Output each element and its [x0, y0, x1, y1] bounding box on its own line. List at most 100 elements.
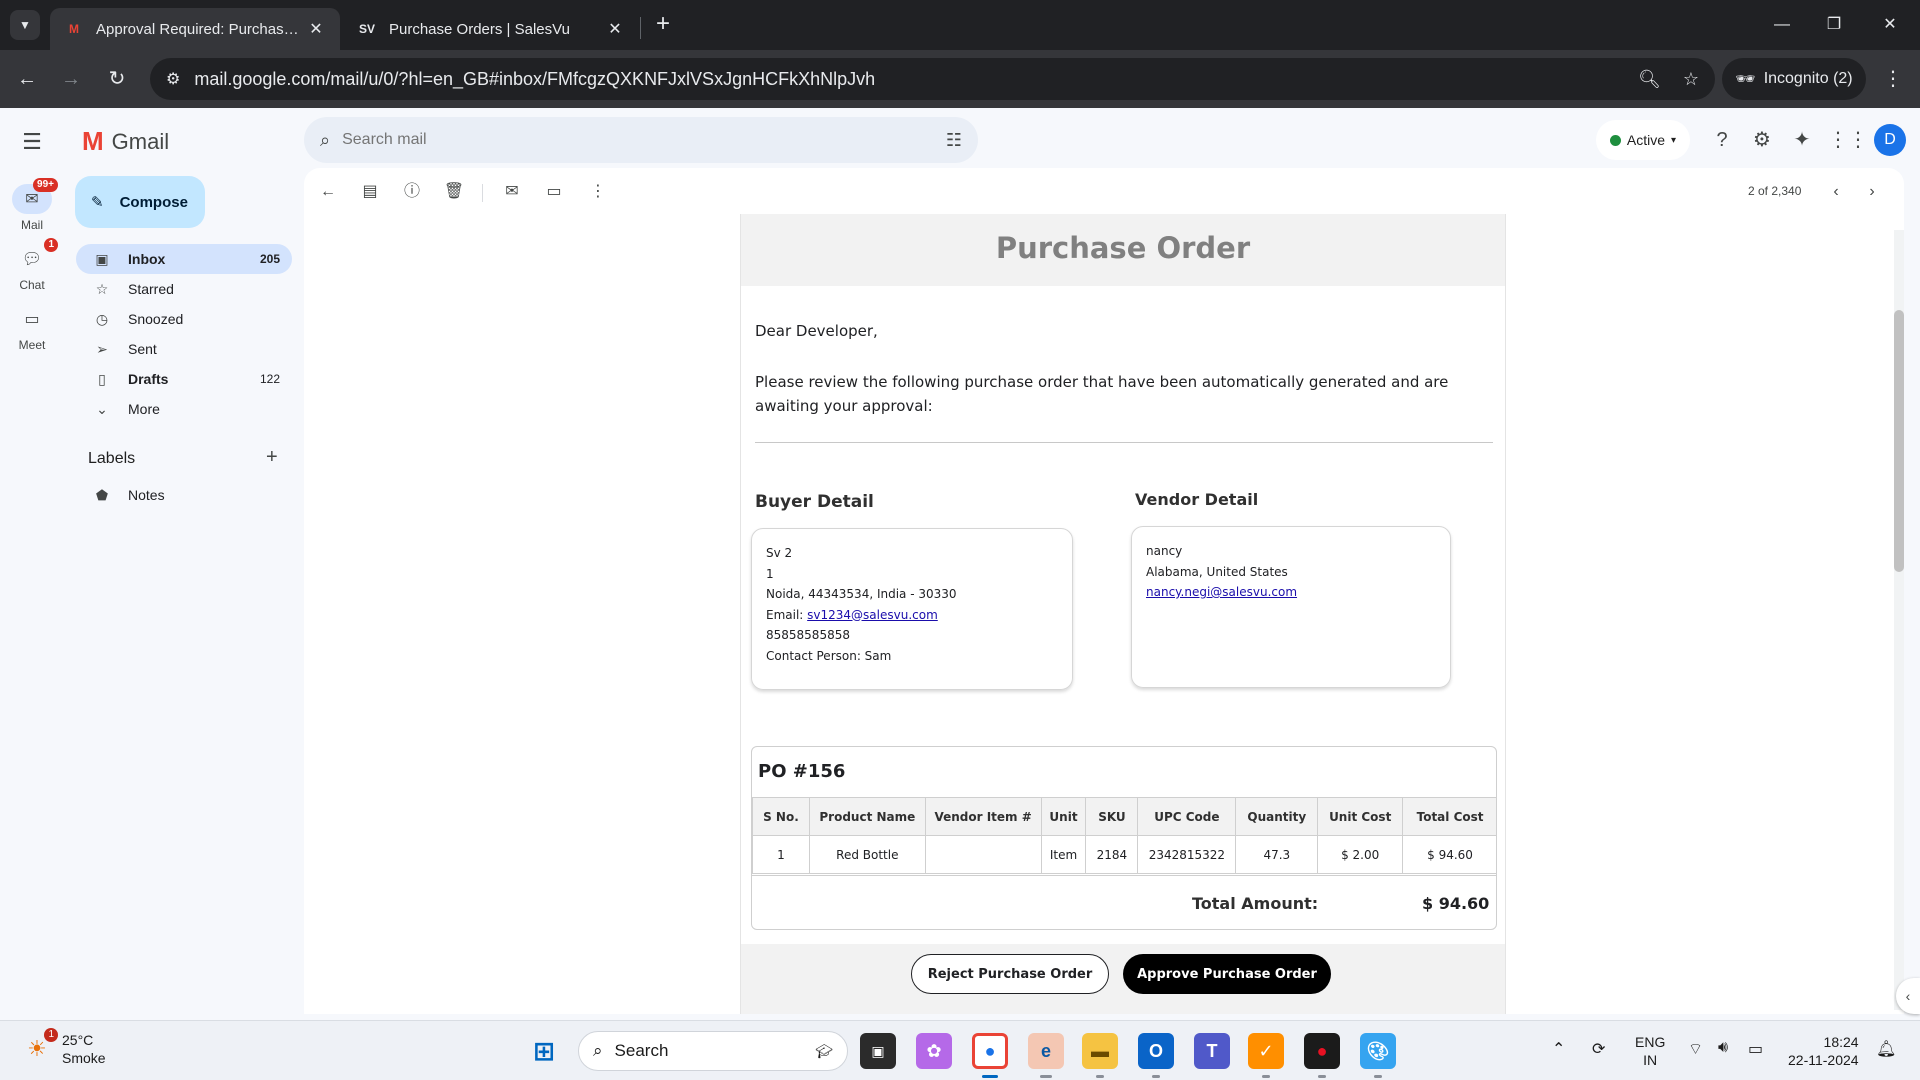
older-button[interactable]: ›: [1860, 180, 1884, 204]
column-header: Unit: [1040, 797, 1087, 836]
url-text[interactable]: mail.google.com/mail/u/0/?hl=en_GB#inbox…: [194, 69, 1616, 90]
sticky-notes-icon[interactable]: ✓: [1248, 1033, 1284, 1069]
compose-button[interactable]: ✎ Compose: [75, 176, 205, 228]
folder-move-icon: ▭: [546, 183, 562, 200]
vendor-address: Alabama, United States: [1146, 564, 1288, 579]
nav-count: 122: [259, 372, 280, 386]
tab-search-button[interactable]: ▼: [10, 10, 40, 40]
search-input[interactable]: [342, 131, 946, 149]
approve-po-button[interactable]: Approve Purchase Order: [1123, 954, 1331, 994]
label-notes[interactable]: ⬟ Notes: [76, 480, 292, 510]
chat-badge: 1: [44, 238, 58, 252]
scrollbar-thumb[interactable]: [1894, 310, 1904, 572]
language-indicator[interactable]: ENG IN: [1635, 1033, 1665, 1069]
chrome-icon[interactable]: ●: [972, 1033, 1008, 1069]
settings-gear-icon[interactable]: ⚙: [1748, 126, 1776, 154]
tab-salesvu[interactable]: SV Purchase Orders | SalesVu ✕: [343, 8, 639, 50]
edge-icon[interactable]: e: [1028, 1033, 1064, 1069]
search-options-icon[interactable]: ☷: [946, 130, 962, 151]
chrome-menu-button[interactable]: ⋮: [1878, 64, 1908, 94]
delete-button[interactable]: 🗑︎: [442, 180, 466, 204]
nav-inbox[interactable]: ▣ Inbox 205: [76, 244, 292, 274]
taskbar-search[interactable]: ⌕ Search 🎓︎: [578, 1031, 848, 1071]
menu-icon: ☰: [22, 129, 42, 154]
mark-unread-button[interactable]: ✉: [500, 180, 524, 204]
site-info-icon[interactable]: ⚙: [166, 69, 180, 89]
nav-snoozed[interactable]: ◷ Snoozed: [76, 304, 292, 334]
rail-label: Mail: [20, 218, 43, 232]
account-avatar[interactable]: D: [1874, 124, 1906, 156]
inbox-icon: ▣: [95, 250, 109, 267]
report-spam-button[interactable]: ⓘ: [400, 180, 424, 204]
wifi-icon[interactable]: ⌔: [1688, 1039, 1703, 1059]
buyer-line2: 1: [766, 566, 774, 581]
restore-button[interactable]: ❐: [1814, 10, 1854, 40]
paint-running-indicator: [1374, 1075, 1382, 1078]
main-menu-button[interactable]: ☰: [20, 130, 44, 154]
column-header: Unit Cost: [1317, 797, 1404, 836]
minimize-button[interactable]: —: [1762, 10, 1802, 40]
rail-mail[interactable]: ✉ 99+ Mail: [8, 178, 58, 232]
back-to-inbox-button[interactable]: ←: [316, 180, 340, 204]
weather-widget[interactable]: ☀ 1 25°C Smoke: [22, 1028, 106, 1067]
copilot-icon[interactable]: ✿: [916, 1033, 952, 1069]
apps-grid-icon[interactable]: ⋮⋮: [1828, 126, 1868, 154]
nav-more[interactable]: ⌄ More: [76, 394, 292, 424]
help-icon[interactable]: ?: [1708, 126, 1736, 154]
add-label-button[interactable]: +: [266, 446, 278, 469]
rail-meet[interactable]: ▭ Meet: [8, 304, 56, 352]
close-icon[interactable]: ✕: [605, 19, 625, 39]
gmail-logo[interactable]: M Gmail: [82, 126, 169, 157]
clock[interactable]: 18:24 22-11-2024: [1788, 1033, 1859, 1069]
zoom-icon[interactable]: 🔍︎: [1638, 69, 1661, 90]
nav-label: Drafts: [128, 371, 169, 387]
more-options-button[interactable]: ⋮: [586, 180, 610, 204]
notification-bell-icon[interactable]: 🔔︎: [1876, 1039, 1896, 1059]
sync-icon[interactable]: ⟳: [1592, 1039, 1605, 1059]
address-bar[interactable]: ⚙ mail.google.com/mail/u/0/?hl=en_GB#inb…: [150, 58, 1715, 100]
buyer-email-link[interactable]: sv1234@salesvu.com: [807, 608, 938, 622]
paint-icon[interactable]: 🎨︎: [1360, 1033, 1396, 1069]
outlook-icon[interactable]: O: [1138, 1033, 1174, 1069]
new-tab-button[interactable]: +: [650, 12, 676, 38]
vendor-card: nancy Alabama, United States nancy.negi@…: [1131, 526, 1451, 688]
nav-sent[interactable]: ➢ Sent: [76, 334, 292, 364]
move-to-button[interactable]: ▭: [542, 180, 566, 204]
buyer-email-line: Email: sv1234@salesvu.com: [766, 605, 1058, 626]
clock-time: 18:24: [1823, 1034, 1859, 1050]
rail-chat[interactable]: 💬︎ 1 Chat: [8, 238, 58, 292]
back-button[interactable]: ←: [12, 64, 42, 94]
task-view-icon[interactable]: ▣: [860, 1033, 896, 1069]
incognito-icon: 🕶︎: [1735, 71, 1756, 88]
status-chip[interactable]: Active ▾: [1596, 120, 1690, 160]
file-explorer-icon[interactable]: ▬: [1082, 1033, 1118, 1069]
recorder-icon[interactable]: ●: [1304, 1033, 1340, 1069]
nav-starred[interactable]: ☆ Starred: [76, 274, 292, 304]
search-icon[interactable]: ⌕: [320, 130, 330, 151]
reject-po-button[interactable]: Reject Purchase Order: [911, 954, 1109, 994]
more-vert-icon: ⋮: [590, 183, 606, 200]
start-button[interactable]: ⊞: [526, 1033, 562, 1069]
battery-icon[interactable]: ▭: [1748, 1039, 1763, 1059]
reload-button[interactable]: ↻: [102, 64, 132, 94]
tab-gmail[interactable]: M Approval Required: Purchase Order ✕: [50, 8, 340, 50]
bookmark-star-icon[interactable]: ☆: [1683, 69, 1699, 90]
archive-button[interactable]: ▤: [358, 180, 382, 204]
table-cell: Item: [1040, 835, 1087, 874]
tray-overflow-icon[interactable]: ⌃: [1552, 1039, 1565, 1059]
nav-label: More: [128, 401, 160, 417]
star-icon: ☆: [95, 280, 109, 297]
close-icon[interactable]: ✕: [306, 19, 326, 39]
volume-icon[interactable]: 🔊︎: [1718, 1039, 1728, 1057]
vendor-name: nancy: [1146, 544, 1183, 558]
gemini-sparkle-icon[interactable]: ✦: [1788, 126, 1816, 154]
close-window-button[interactable]: ✕: [1870, 10, 1910, 40]
teams-icon[interactable]: T: [1194, 1033, 1230, 1069]
forward-button[interactable]: →: [56, 64, 86, 94]
incognito-chip[interactable]: 🕶︎ Incognito (2): [1722, 58, 1866, 100]
newer-button[interactable]: ‹: [1824, 180, 1848, 204]
vendor-email-link[interactable]: nancy.negi@salesvu.com: [1146, 585, 1297, 599]
table-cell: 47.3: [1235, 835, 1319, 874]
nav-drafts[interactable]: ▯ Drafts 122: [76, 364, 292, 394]
explorer-running-indicator: [1096, 1075, 1104, 1078]
